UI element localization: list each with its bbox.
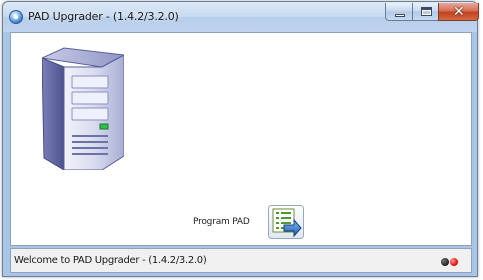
error-led-icon [450,258,458,266]
window-title: PAD Upgrader - (1.4.2/3.2.0) [28,10,179,23]
app-window: PAD Upgrader - (1.4.2/3.2.0) ✕ Program P… [2,1,479,277]
program-pad-label: Program PAD [193,217,250,227]
minimize-icon [395,14,405,17]
title-bar[interactable]: PAD Upgrader - (1.4.2/3.2.0) ✕ [3,2,479,32]
maximize-button[interactable] [412,3,439,21]
status-message: Welcome to PAD Upgrader - (1.4.2/3.2.0) [14,255,207,266]
status-led-icon [441,258,449,266]
minimize-button[interactable] [385,3,413,21]
program-pad-button[interactable] [268,205,304,239]
server-icon [42,47,124,170]
main-panel: Program PAD [10,32,472,246]
maximize-icon [421,7,432,16]
close-button[interactable]: ✕ [438,3,479,21]
status-bar: Welcome to PAD Upgrader - (1.4.2/3.2.0) [10,248,472,273]
app-icon[interactable] [9,10,23,24]
close-icon: ✕ [453,4,465,20]
